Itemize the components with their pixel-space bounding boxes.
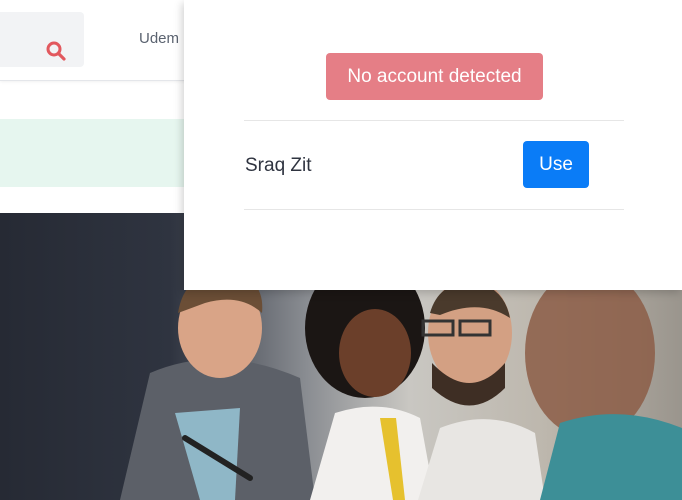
divider (244, 120, 624, 121)
use-account-button[interactable]: Use (523, 141, 589, 188)
status-badge: No account detected (326, 53, 543, 100)
search-input[interactable] (0, 12, 84, 67)
nav-link-udemy[interactable]: Udem (139, 30, 179, 47)
account-name: Sraq Zit (245, 155, 312, 176)
account-popup: No account detected Sraq Zit Use (184, 0, 682, 290)
divider (244, 209, 624, 210)
search-icon[interactable] (45, 40, 67, 62)
